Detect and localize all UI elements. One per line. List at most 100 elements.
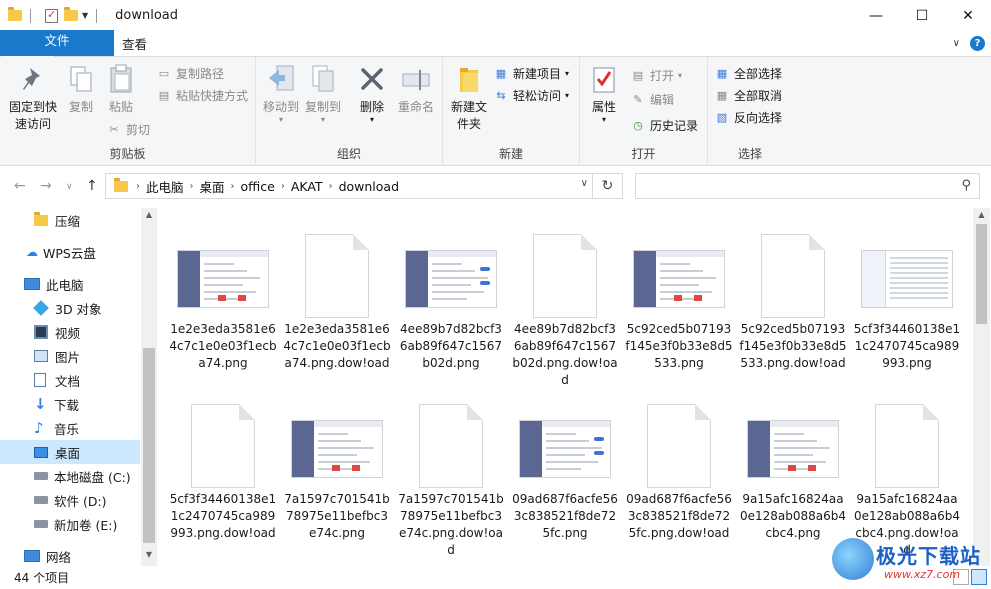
refresh-button[interactable]: ↻: [592, 174, 622, 198]
file-item[interactable]: 1e2e3eda3581e64c7c1e0e03f1ecba74.png: [166, 222, 280, 372]
nav-item-this-pc[interactable]: 此电脑: [0, 272, 140, 296]
delete-button[interactable]: 删除 ▾: [354, 63, 390, 124]
nav-item-wps-cloud[interactable]: ☁ WPS云盘: [0, 240, 140, 264]
file-thumbnail: [394, 392, 508, 488]
nav-item-desktop[interactable]: 桌面: [0, 440, 140, 464]
content-scrollbar[interactable]: ▲: [973, 208, 990, 566]
open-icon: ▤: [632, 68, 644, 82]
move-to-button[interactable]: 移动到 ▾: [260, 63, 302, 124]
file-name: 5c92ced5b07193f145e3f0b33e8d5533.png: [625, 322, 733, 370]
file-item[interactable]: 5cf3f34460138e11c2470745ca989993.png.dow…: [166, 392, 280, 542]
rename-button[interactable]: 重命名: [394, 63, 438, 116]
file-item[interactable]: 5cf3f34460138e11c2470745ca989993.png: [850, 222, 964, 372]
paste-icon: [106, 63, 136, 95]
file-item[interactable]: 09ad687f6acfe563c838521f8de725fc.png: [508, 392, 622, 542]
nav-item-video[interactable]: 视频: [0, 320, 140, 344]
recent-locations-icon[interactable]: ∨: [66, 182, 73, 192]
forward-button[interactable]: →: [40, 178, 52, 194]
collapse-ribbon-icon[interactable]: ∨: [953, 38, 960, 49]
properties-button[interactable]: 属性 ▾: [586, 63, 622, 124]
file-item[interactable]: 4ee89b7d82bcf36ab89f647c1567b02d.png.dow…: [508, 222, 622, 389]
file-item[interactable]: 7a1597c701541b78975e11befbc3e74c.png.dow…: [394, 392, 508, 559]
drive-icon: [34, 496, 48, 504]
file-thumbnail: [166, 392, 280, 488]
new-folder-button[interactable]: 新建文件夹: [447, 63, 491, 133]
nav-item-music[interactable]: ♪ 音乐: [0, 416, 140, 440]
drive-icon: [34, 472, 48, 480]
scroll-up-icon[interactable]: ▲: [973, 210, 990, 224]
easy-access-label: 轻松访问: [513, 88, 562, 103]
easy-access-icon: ⇆: [496, 88, 506, 102]
file-item[interactable]: 5c92ced5b07193f145e3f0b33e8d5533.png.dow…: [736, 222, 850, 372]
window-title: download: [115, 8, 179, 23]
breadcrumb-akat[interactable]: AKAT: [285, 179, 329, 194]
invert-selection-label: 反向选择: [734, 110, 783, 125]
copy-to-button[interactable]: 复制到 ▾: [302, 63, 344, 124]
nav-item-compress[interactable]: 压缩: [0, 208, 140, 232]
pin-quick-access-button[interactable]: 固定到快速访问: [6, 63, 60, 133]
music-icon: ♪: [34, 419, 44, 437]
back-button[interactable]: ←: [14, 178, 26, 194]
file-item[interactable]: 09ad687f6acfe563c838521f8de725fc.png.dow…: [622, 392, 736, 542]
tab-view[interactable]: 查看: [108, 30, 161, 56]
history-label: 历史记录: [650, 118, 699, 133]
delete-icon: [357, 63, 387, 95]
file-item[interactable]: 9a15afc16824aa0e128ab088a6b4cbc4.png.dow…: [850, 392, 964, 559]
help-icon[interactable]: ?: [970, 36, 985, 51]
breadcrumb-desktop[interactable]: 桌面: [194, 177, 231, 196]
nav-item-pictures[interactable]: 图片: [0, 344, 140, 368]
nav-item-downloads[interactable]: ↓ 下载: [0, 392, 140, 416]
paste-button[interactable]: 粘贴: [104, 63, 138, 116]
nav-item-network[interactable]: 网络: [0, 544, 140, 568]
nav-item-drive-c[interactable]: 本地磁盘 (C:): [0, 464, 140, 488]
nav-item-label: 此电脑: [46, 277, 84, 293]
ribbon-tabs: 文件 主页 共享 查看 ∨ ?: [0, 30, 991, 57]
chevron-down-icon[interactable]: ∨: [581, 178, 588, 189]
properties-icon[interactable]: [45, 8, 58, 23]
file-item[interactable]: 7a1597c701541b78975e11befbc3e74c.png: [280, 392, 394, 542]
cut-button[interactable]: ✂ 剪切: [106, 119, 150, 139]
up-button[interactable]: ↑: [86, 178, 98, 194]
nav-item-documents[interactable]: 文档: [0, 368, 140, 392]
history-button[interactable]: ◷ 历史记录: [630, 115, 698, 135]
new-item-button[interactable]: ▦ 新建项目 ▾: [493, 63, 569, 83]
breadcrumb-office[interactable]: office: [235, 179, 281, 194]
content-scrollbar-thumb[interactable]: [976, 224, 987, 324]
copy-button[interactable]: 复制: [64, 63, 98, 116]
breadcrumb-download[interactable]: download: [333, 179, 405, 194]
nav-scrollbar[interactable]: ▲ ▼: [141, 208, 157, 566]
paste-shortcut-button[interactable]: ▤ 粘贴快捷方式: [156, 85, 248, 105]
file-thumbnail: [850, 222, 964, 318]
maximize-button[interactable]: ☐: [899, 0, 945, 31]
minimize-button[interactable]: —: [853, 0, 899, 31]
file-item[interactable]: 5c92ced5b07193f145e3f0b33e8d5533.png: [622, 222, 736, 372]
file-item[interactable]: 4ee89b7d82bcf36ab89f647c1567b02d.png: [394, 222, 508, 372]
file-item[interactable]: 1e2e3eda3581e64c7c1e0e03f1ecba74.png.dow…: [280, 222, 394, 372]
address-bar[interactable]: › 此电脑 › 桌面 › office › AKAT › download ∨ …: [105, 173, 623, 199]
file-item[interactable]: 9a15afc16824aa0e128ab088a6b4cbc4.png: [736, 392, 850, 542]
nav-item-label: 桌面: [55, 445, 81, 461]
new-folder-icon[interactable]: [64, 7, 78, 21]
invert-selection-button[interactable]: ▧ 反向选择: [714, 107, 782, 127]
nav-item-label: 软件 (D:): [54, 493, 107, 509]
tab-file[interactable]: 文件: [0, 30, 114, 56]
nav-item-label: 新加卷 (E:): [54, 517, 118, 533]
customize-qat-icon[interactable]: ▼: [82, 11, 88, 20]
edit-button[interactable]: ✎ 编辑: [630, 89, 674, 109]
scroll-down-icon[interactable]: ▼: [141, 550, 157, 564]
close-button[interactable]: ✕: [945, 0, 991, 31]
nav-item-drive-d[interactable]: 软件 (D:): [0, 488, 140, 512]
search-input[interactable]: ⚲: [635, 173, 980, 199]
breadcrumb-this-pc[interactable]: 此电脑: [140, 177, 190, 196]
image-preview: [633, 250, 725, 308]
select-all-button[interactable]: ▦ 全部选择: [714, 63, 782, 83]
copy-path-button[interactable]: ▭ 复制路径: [156, 63, 224, 83]
easy-access-button[interactable]: ⇆ 轻松访问 ▾: [493, 85, 569, 105]
select-none-button[interactable]: ▦ 全部取消: [714, 85, 782, 105]
file-thumbnail: [736, 222, 850, 318]
nav-item-drive-e[interactable]: 新加卷 (E:): [0, 512, 140, 536]
open-button[interactable]: ▤ 打开 ▾: [630, 65, 682, 85]
nav-item-3d-objects[interactable]: 3D 对象: [0, 296, 140, 320]
nav-scrollbar-thumb[interactable]: [143, 348, 155, 543]
scroll-up-icon[interactable]: ▲: [141, 210, 157, 224]
